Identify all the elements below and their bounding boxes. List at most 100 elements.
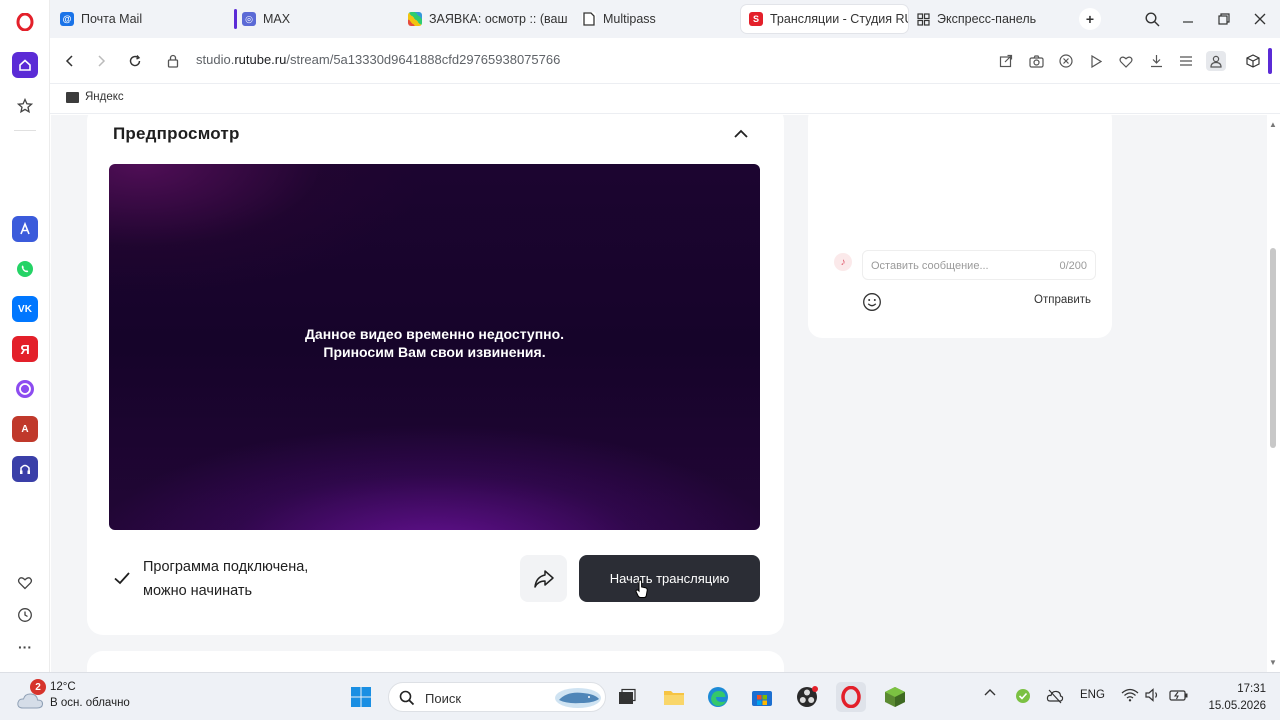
minimize-icon[interactable]	[1177, 8, 1199, 30]
tab-rutube-studio[interactable]: S Трансляции - Студия RU	[741, 5, 908, 33]
tab-max[interactable]: ◎ MAX	[226, 5, 396, 33]
url-field[interactable]: studio.rutube.ru/stream/5a13330d9641888c…	[196, 52, 560, 67]
share-button[interactable]	[520, 555, 567, 602]
adblock-icon[interactable]	[1056, 51, 1076, 71]
aria-icon[interactable]	[12, 216, 38, 242]
heart-icon[interactable]	[12, 570, 38, 596]
opera-logo-icon[interactable]	[14, 11, 36, 33]
system-clock[interactable]: 17:31 15.05.2026	[1194, 681, 1266, 715]
close-icon[interactable]	[1249, 8, 1271, 30]
preview-title: Предпросмотр	[113, 124, 240, 143]
message-line-2: Приносим Вам свои извинения.	[323, 344, 546, 360]
url-prefix: studio.	[196, 52, 235, 67]
profile-icon[interactable]	[1206, 51, 1226, 71]
search-tabs-icon[interactable]	[1141, 8, 1163, 30]
tab-label: Трансляции - Студия RU	[770, 12, 908, 26]
weather-badge: 2	[30, 679, 46, 695]
security-shield-icon[interactable]	[1015, 688, 1031, 707]
share-arrow-icon	[533, 569, 554, 588]
checkmark-icon	[114, 572, 130, 585]
music-icon[interactable]	[12, 456, 38, 482]
tab-mail[interactable]: @ Почта Mail	[52, 5, 222, 33]
forward-icon[interactable]	[90, 50, 112, 72]
lock-icon[interactable]	[162, 50, 184, 72]
extensions-cube-icon[interactable]	[1243, 51, 1263, 71]
search-label: Поиск	[425, 691, 462, 706]
home-icon[interactable]	[12, 52, 38, 78]
scroll-down-icon[interactable]: ▼	[1269, 658, 1277, 667]
cloud-sync-icon[interactable]	[1046, 688, 1064, 707]
grid-icon	[916, 12, 930, 26]
chat-placeholder: Оставить сообщение...	[871, 260, 989, 272]
scroll-up-icon[interactable]: ▲	[1269, 120, 1277, 129]
favorite-heart-icon[interactable]	[1116, 51, 1136, 71]
taskbar-search[interactable]: Поиск	[388, 682, 606, 712]
language-indicator[interactable]: ENG	[1080, 689, 1105, 701]
url-path: /stream/5a13330d9641888cfd29765938075766	[286, 52, 561, 67]
tab-label: Экспресс-панель	[937, 12, 1037, 26]
reload-icon[interactable]	[124, 50, 146, 72]
more-icon[interactable]: ···	[12, 634, 38, 660]
connection-status: Программа подключена, можно начинать	[113, 555, 308, 603]
task-view-icon[interactable]	[612, 682, 642, 712]
start-stream-button[interactable]: Начать трансляцию	[579, 555, 760, 602]
page-scrollbar[interactable]: ▲ ▼	[1267, 115, 1280, 672]
send-button[interactable]: Отправить	[1034, 294, 1091, 306]
mail-icon: @	[60, 12, 74, 26]
page-content: Предпросмотр Данное видео временно недос…	[51, 115, 1267, 672]
windows-taskbar: 2 12°C В осн. облачно Поиск ENG 17:31 15…	[0, 672, 1280, 720]
new-tab-icon[interactable]: +	[1079, 8, 1101, 30]
restore-icon[interactable]	[1213, 8, 1235, 30]
preview-card: Предпросмотр Данное видео временно недос…	[87, 115, 784, 635]
emoji-icon[interactable]	[862, 292, 882, 312]
yandex-icon[interactable]: Я	[12, 336, 38, 362]
next-card	[87, 651, 784, 672]
edge-icon[interactable]	[703, 682, 733, 712]
whatsapp-icon[interactable]	[12, 256, 38, 282]
video-preview[interactable]: Данное видео временно недоступно. Принос…	[109, 164, 760, 530]
clock-time: 17:31	[1237, 683, 1266, 695]
max-icon: ◎	[242, 12, 256, 26]
opera-taskbar-icon[interactable]	[836, 682, 866, 712]
back-icon[interactable]	[59, 50, 81, 72]
file-explorer-icon[interactable]	[659, 682, 689, 712]
chat-message-input[interactable]: Оставить сообщение... 0/200	[862, 250, 1096, 280]
sidebar-toggle-accent[interactable]	[1268, 48, 1272, 74]
weather-widget[interactable]: 2 12°C В осн. облачно	[16, 679, 156, 715]
tab-express-panel[interactable]: Экспресс-панель	[908, 5, 1058, 33]
volume-icon[interactable]	[1145, 688, 1161, 705]
tab-label: Multipass	[603, 12, 656, 26]
folder-icon	[66, 91, 79, 103]
store-icon[interactable]	[747, 682, 777, 712]
vk-icon[interactable]: VK	[12, 296, 38, 322]
search-icon	[399, 690, 415, 706]
clock-date: 15.05.2026	[1208, 700, 1266, 712]
video-unavailable-message: Данное видео временно недоступно. Принос…	[109, 325, 760, 361]
tab-zayavka[interactable]: ЗАЯВКА: осмотр :: (ваш l	[400, 5, 570, 33]
alice-icon[interactable]	[12, 376, 38, 402]
whale-icon	[555, 688, 601, 708]
wifi-icon[interactable]	[1121, 688, 1139, 705]
play-icon[interactable]	[1086, 51, 1106, 71]
hand-cursor-icon	[635, 579, 648, 598]
tab-label: MAX	[263, 12, 291, 26]
obs-icon[interactable]	[792, 682, 822, 712]
translate-icon[interactable]: A	[12, 416, 38, 442]
minecraft-icon[interactable]	[880, 682, 910, 712]
easy-setup-icon[interactable]	[1176, 51, 1196, 71]
weather-temperature: 12°C	[50, 681, 76, 693]
share-page-icon[interactable]	[996, 51, 1016, 71]
rutube-icon: S	[749, 12, 763, 26]
tray-overflow-icon[interactable]	[984, 687, 996, 700]
windows-start-icon[interactable]	[346, 682, 376, 712]
download-icon[interactable]	[1146, 51, 1166, 71]
star-icon[interactable]	[12, 93, 38, 119]
chevron-up-icon[interactable]	[732, 125, 750, 143]
history-icon[interactable]	[12, 602, 38, 628]
battery-icon[interactable]	[1169, 688, 1189, 705]
scrollbar-thumb[interactable]	[1270, 248, 1276, 448]
camera-icon[interactable]	[1026, 51, 1046, 71]
bookmark-yandex[interactable]: Яндекс	[66, 91, 124, 103]
tab-multipass[interactable]: Multipass	[574, 5, 738, 33]
bookmark-label: Яндекс	[85, 91, 124, 103]
